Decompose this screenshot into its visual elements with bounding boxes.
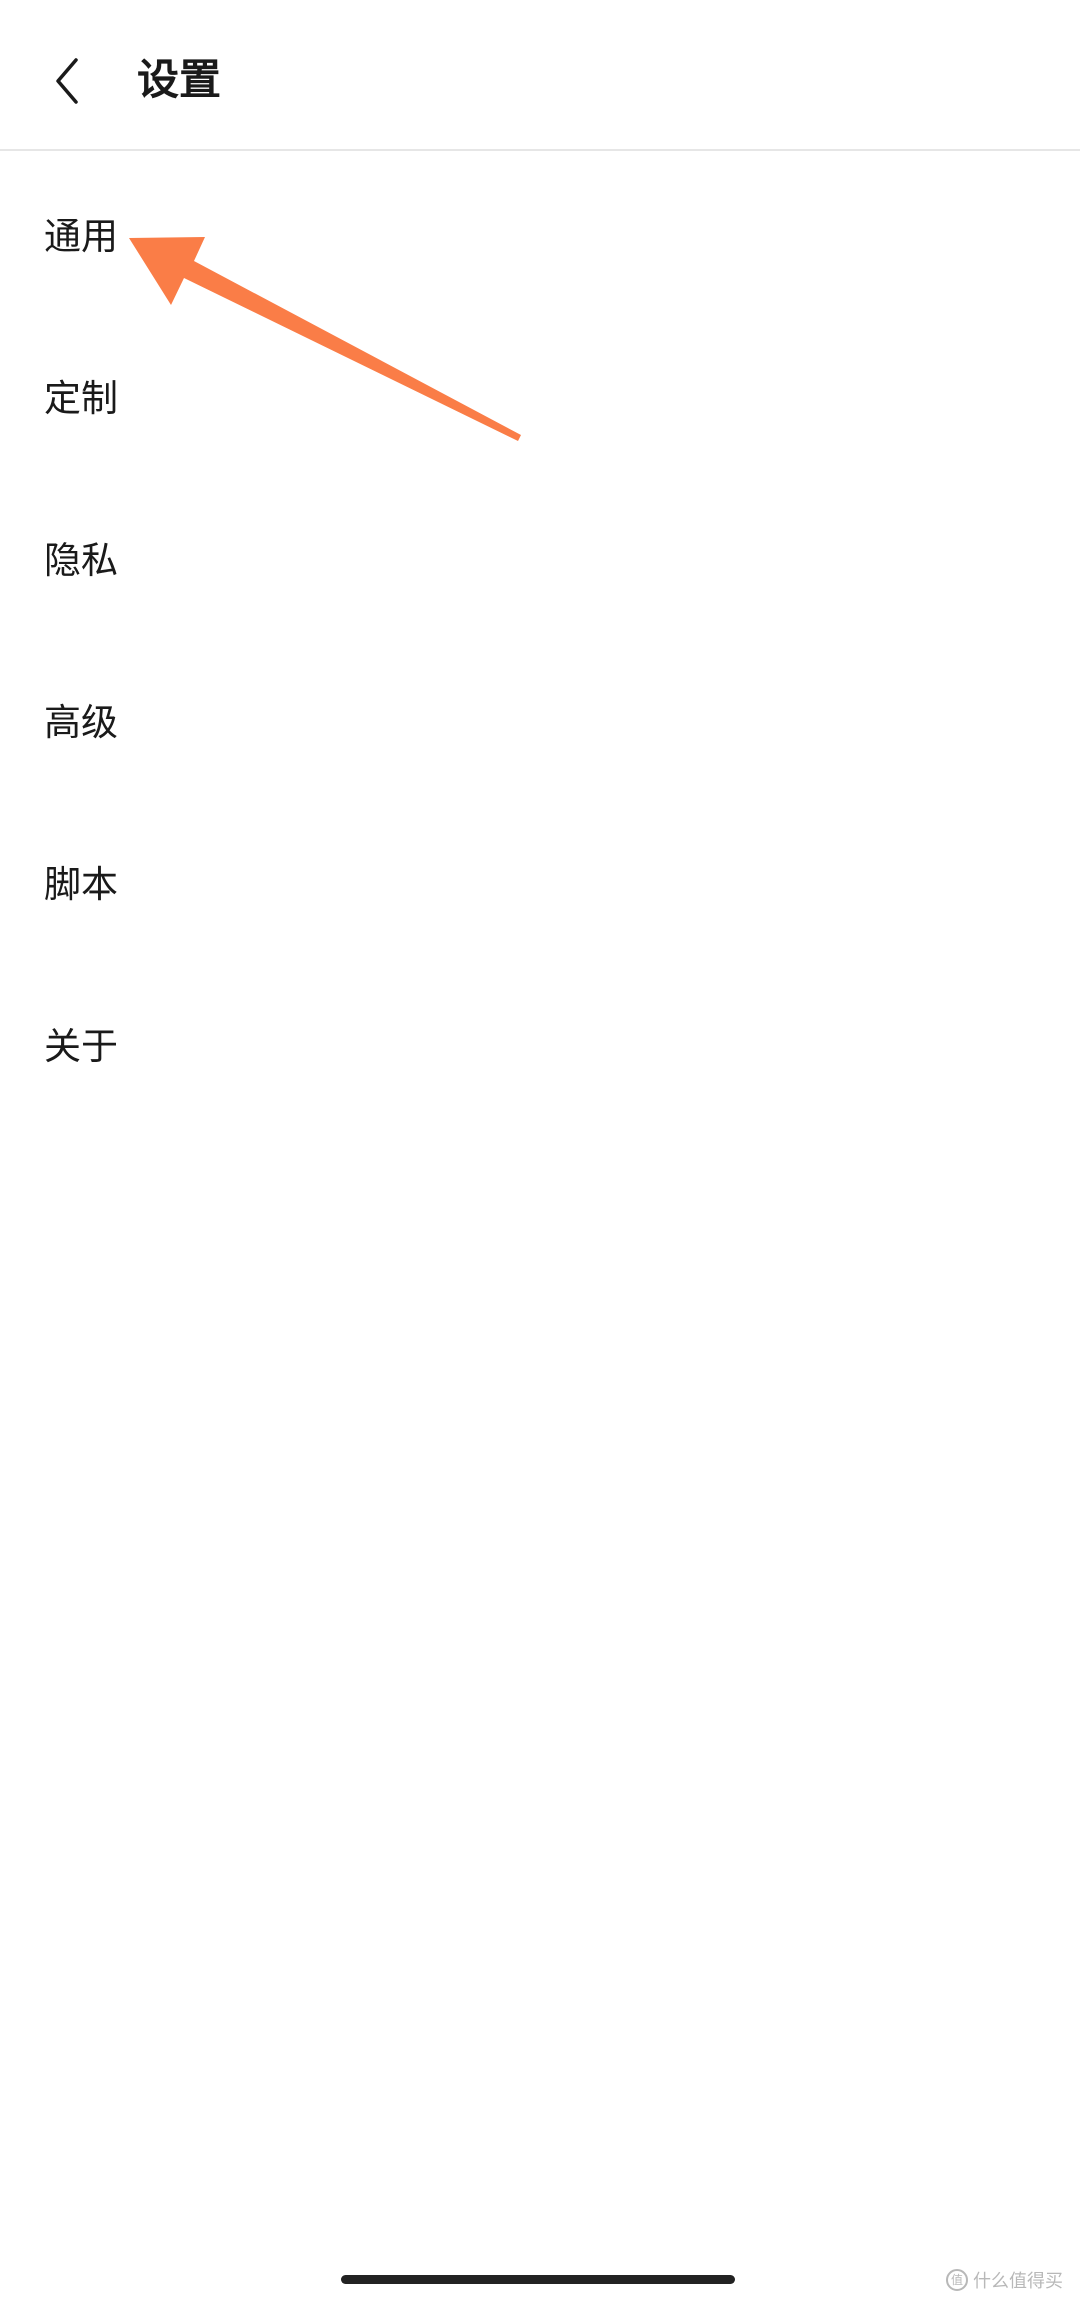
settings-screen: 设置 通用 定制 隐私 高级 脚本 关于 值 什么值得买 bbox=[0, 0, 1080, 2311]
settings-item-customize[interactable]: 定制 bbox=[0, 314, 1080, 476]
chevron-left-icon bbox=[56, 58, 78, 104]
settings-list: 通用 定制 隐私 高级 脚本 关于 bbox=[0, 152, 1080, 1124]
watermark-logo: 值 bbox=[946, 2269, 968, 2291]
settings-item-label: 关于 bbox=[44, 1025, 118, 1068]
home-indicator[interactable] bbox=[341, 2275, 735, 2284]
settings-item-privacy[interactable]: 隐私 bbox=[0, 476, 1080, 638]
settings-item-label: 高级 bbox=[44, 701, 118, 744]
header-bar: 设置 bbox=[0, 0, 1080, 151]
settings-item-label: 定制 bbox=[44, 377, 118, 420]
watermark: 值 什么值得买 bbox=[946, 2266, 1063, 2294]
settings-item-about[interactable]: 关于 bbox=[0, 962, 1080, 1124]
settings-item-general[interactable]: 通用 bbox=[0, 152, 1080, 314]
settings-item-scripts[interactable]: 脚本 bbox=[0, 800, 1080, 962]
settings-item-label: 隐私 bbox=[44, 539, 118, 582]
page-title: 设置 bbox=[137, 55, 222, 104]
settings-item-label: 通用 bbox=[44, 215, 118, 258]
settings-item-label: 脚本 bbox=[44, 863, 118, 906]
back-button[interactable] bbox=[40, 47, 94, 115]
watermark-text: 什么值得买 bbox=[973, 2271, 1063, 2292]
settings-item-advanced[interactable]: 高级 bbox=[0, 638, 1080, 800]
